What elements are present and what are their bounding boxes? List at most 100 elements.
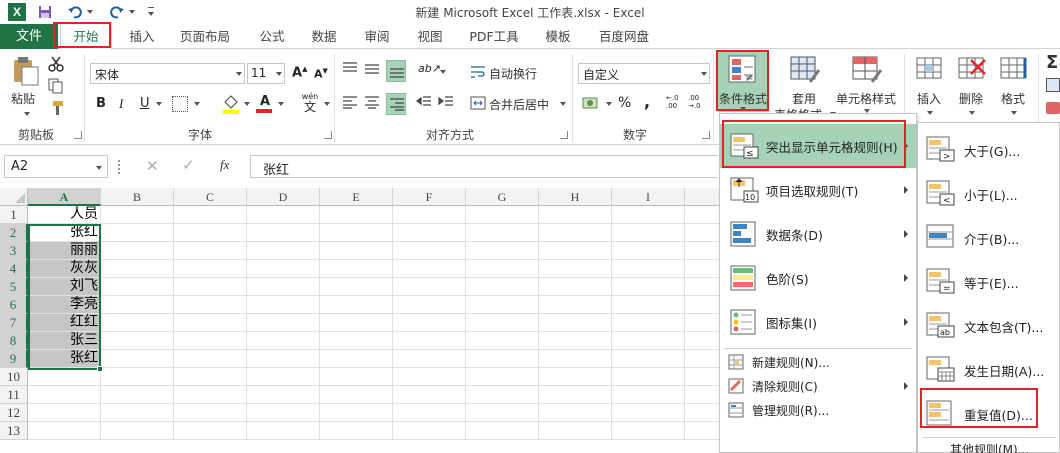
formula-input[interactable]: 张红 (250, 155, 718, 178)
cell[interactable] (101, 332, 174, 350)
tab-view[interactable]: 视图 (406, 24, 454, 49)
menu-icon-sets[interactable]: 图标集(I) (720, 300, 916, 344)
accounting-format-icon[interactable] (582, 95, 604, 113)
cell[interactable] (612, 386, 685, 404)
font-name-select[interactable]: 宋体 (90, 63, 245, 84)
cell[interactable] (174, 350, 247, 368)
decrease-font-icon[interactable]: A▼ (314, 67, 332, 85)
tab-data[interactable]: 数据 (300, 24, 348, 49)
accounting-dropdown-icon[interactable] (606, 102, 612, 106)
cell[interactable] (393, 242, 466, 260)
cell[interactable] (174, 332, 247, 350)
align-center-icon[interactable] (364, 95, 382, 113)
cell[interactable] (393, 386, 466, 404)
cell[interactable] (393, 224, 466, 242)
cell[interactable] (247, 260, 320, 278)
merge-center-button[interactable]: 合并后居中 (468, 94, 572, 114)
row-header-12[interactable]: 12 (0, 404, 28, 422)
cell[interactable] (539, 242, 612, 260)
cell[interactable] (539, 224, 612, 242)
cell[interactable] (320, 368, 393, 386)
cell[interactable] (101, 386, 174, 404)
fill-icon[interactable] (1046, 78, 1060, 92)
row-header-8[interactable]: 8 (0, 332, 28, 350)
cell[interactable] (612, 296, 685, 314)
decrease-decimal-icon[interactable]: .00 →.0 (688, 94, 706, 112)
number-launcher[interactable] (702, 131, 710, 139)
row-header-2[interactable]: 2 (0, 224, 28, 242)
cell[interactable] (320, 386, 393, 404)
delete-cells-button[interactable]: 删除 (952, 56, 992, 116)
cell[interactable] (612, 206, 685, 224)
cell[interactable] (247, 206, 320, 224)
cell[interactable] (320, 224, 393, 242)
cell[interactable] (28, 386, 101, 404)
cell[interactable] (539, 260, 612, 278)
cell[interactable] (101, 422, 174, 440)
font-size-select[interactable]: 11 (247, 63, 285, 84)
number-format-select[interactable]: 自定义 (578, 63, 710, 84)
tab-pdf-tools[interactable]: PDF工具 (460, 24, 528, 49)
cell[interactable] (101, 224, 174, 242)
format-painter-icon[interactable] (48, 100, 66, 118)
menu-clear-rules[interactable]: 清除规则(C) (720, 374, 916, 398)
row-header-1[interactable]: 1 (0, 206, 28, 224)
percent-button[interactable]: % (618, 95, 631, 111)
cell[interactable] (247, 368, 320, 386)
menu-highlight-cell-rules[interactable]: ≤ 突出显示单元格规则(H) (720, 124, 916, 168)
cell[interactable] (320, 278, 393, 296)
cell[interactable] (466, 224, 539, 242)
cell[interactable] (174, 314, 247, 332)
fill-color-dropdown-icon[interactable] (244, 102, 250, 106)
cell[interactable] (247, 296, 320, 314)
submenu-greater-than[interactable]: > 大于(G)... (918, 127, 1059, 171)
insert-cells-button[interactable]: 插入 (910, 56, 950, 116)
tab-review[interactable]: 审阅 (353, 24, 401, 49)
clipboard-launcher[interactable] (74, 131, 82, 139)
cell[interactable] (28, 422, 101, 440)
cell[interactable] (101, 368, 174, 386)
increase-indent-icon[interactable] (438, 95, 456, 113)
cut-icon[interactable] (48, 56, 66, 74)
cell[interactable] (612, 350, 685, 368)
cell[interactable] (393, 296, 466, 314)
font-color-icon[interactable]: A (256, 94, 274, 114)
cell[interactable] (539, 314, 612, 332)
cell[interactable] (539, 332, 612, 350)
cell[interactable] (174, 296, 247, 314)
increase-decimal-icon[interactable]: ←.0.00 (666, 94, 684, 112)
menu-top-bottom-rules[interactable]: 10 项目选取规则(T) (720, 168, 916, 212)
wrap-text-button[interactable]: 自动换行 (468, 63, 568, 83)
cell[interactable] (612, 242, 685, 260)
cell[interactable] (247, 224, 320, 242)
cell[interactable] (247, 422, 320, 440)
cell[interactable] (612, 422, 685, 440)
cell[interactable] (101, 260, 174, 278)
bold-button[interactable]: B (96, 96, 106, 111)
cell[interactable] (539, 206, 612, 224)
cell[interactable] (612, 332, 685, 350)
submenu-text-contains[interactable]: ab 文本包含(T)... (918, 303, 1059, 347)
cell[interactable] (612, 314, 685, 332)
cell[interactable] (539, 422, 612, 440)
cell[interactable] (466, 260, 539, 278)
tab-file[interactable]: 文件 (0, 24, 58, 49)
decrease-indent-icon[interactable] (416, 95, 434, 113)
row-header-10[interactable]: 10 (0, 368, 28, 386)
cell[interactable] (612, 224, 685, 242)
cell[interactable] (612, 368, 685, 386)
increase-font-icon[interactable]: A▲ (292, 65, 310, 83)
cell[interactable] (466, 314, 539, 332)
row-header-4[interactable]: 4 (0, 260, 28, 278)
paste-button[interactable]: 粘贴 (8, 56, 44, 122)
menu-new-rule[interactable]: 新建规则(N)... (720, 350, 916, 374)
cell[interactable] (247, 386, 320, 404)
cell[interactable] (101, 404, 174, 422)
submenu-equal-to[interactable]: = 等于(E)... (918, 259, 1059, 303)
cell[interactable] (539, 386, 612, 404)
cell[interactable] (466, 206, 539, 224)
tab-home[interactable]: 开始 (60, 24, 112, 50)
cell[interactable] (320, 206, 393, 224)
borders-dropdown-icon[interactable] (194, 102, 200, 106)
cell[interactable] (466, 422, 539, 440)
